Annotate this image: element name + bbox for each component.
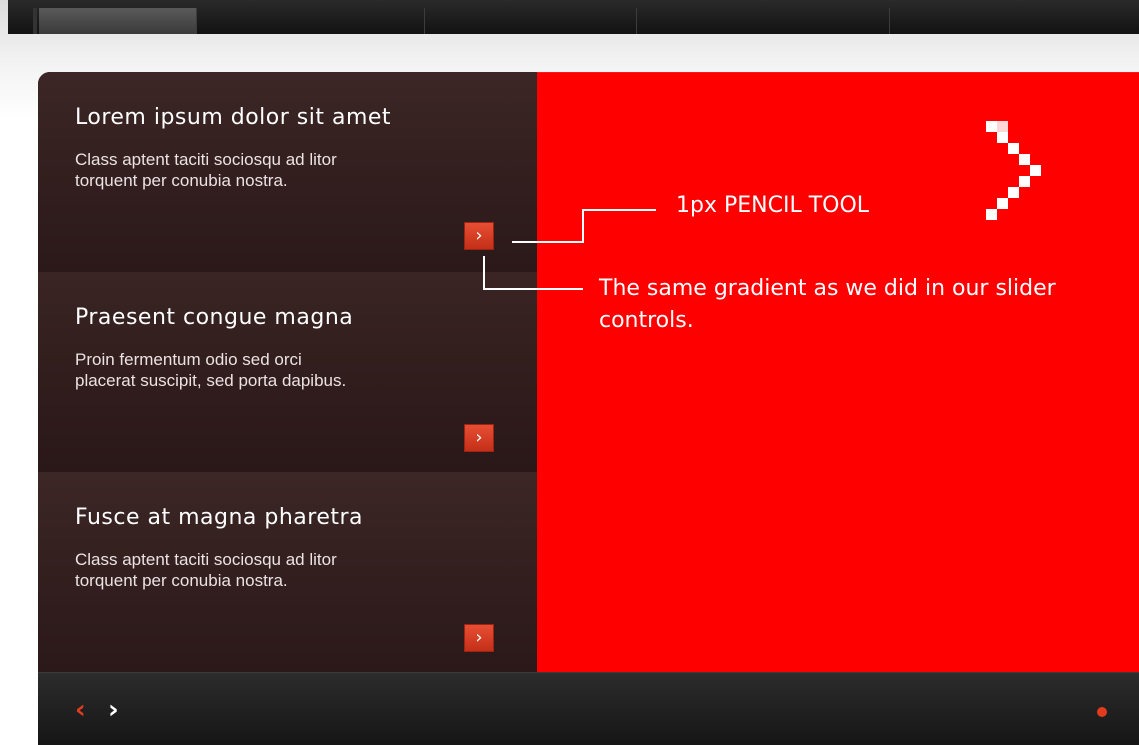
slider-controls: ‹ ›: [38, 672, 1139, 745]
read-more-button[interactable]: ›: [464, 624, 494, 652]
desc-line: torquent per conubia nostra.: [75, 171, 288, 190]
slide-title: Fusce at magna pharetra: [75, 505, 364, 530]
slide-panel-2[interactable]: Praesent congue magna Proin fermentum od…: [38, 272, 537, 472]
read-more-button[interactable]: ›: [464, 222, 494, 250]
nav-divider: [33, 8, 37, 34]
slide-description: Class aptent taciti sociosqu ad litor to…: [75, 549, 515, 591]
slide-description: Class aptent taciti sociosqu ad litor to…: [75, 149, 515, 191]
chevron-right-icon[interactable]: ›: [108, 697, 119, 723]
nav-tab-5[interactable]: [890, 8, 1139, 34]
slide-description: Proin fermentum odio sed orci placerat s…: [75, 349, 515, 391]
desc-line: placerat suscipit, sed porta dapibus.: [75, 371, 347, 390]
annotation-gradient-note: The same gradient as we did in our slide…: [599, 276, 1056, 333]
slide-panel-3[interactable]: Fusce at magna pharetra Class aptent tac…: [38, 472, 537, 672]
annotation-pencil-tool: 1px PENCIL TOOL: [676, 193, 870, 218]
desc-line: Proin fermentum odio sed orci: [75, 350, 302, 369]
nav-tab-2[interactable]: [197, 8, 425, 34]
featured-slider: Lorem ipsum dolor sit amet Class aptent …: [38, 72, 1139, 745]
slide-title: Praesent congue magna: [75, 305, 354, 330]
desc-line: torquent per conubia nostra.: [75, 571, 288, 590]
slide-image-area: [537, 72, 1139, 673]
nav-tab-1[interactable]: [39, 8, 197, 34]
nav-tab-3[interactable]: [425, 8, 637, 34]
read-more-button[interactable]: ›: [464, 424, 494, 452]
chevron-left-icon[interactable]: ‹: [75, 697, 86, 723]
desc-line: Class aptent taciti sociosqu ad litor: [75, 550, 337, 569]
desc-line: Class aptent taciti sociosqu ad litor: [75, 150, 337, 169]
slide-panel-1[interactable]: Lorem ipsum dolor sit amet Class aptent …: [38, 72, 537, 272]
slide-title: Lorem ipsum dolor sit amet: [75, 105, 392, 130]
nav-tab-4[interactable]: [637, 8, 890, 34]
top-nav-bar: [8, 0, 1139, 34]
dot-icon[interactable]: [1097, 707, 1107, 717]
